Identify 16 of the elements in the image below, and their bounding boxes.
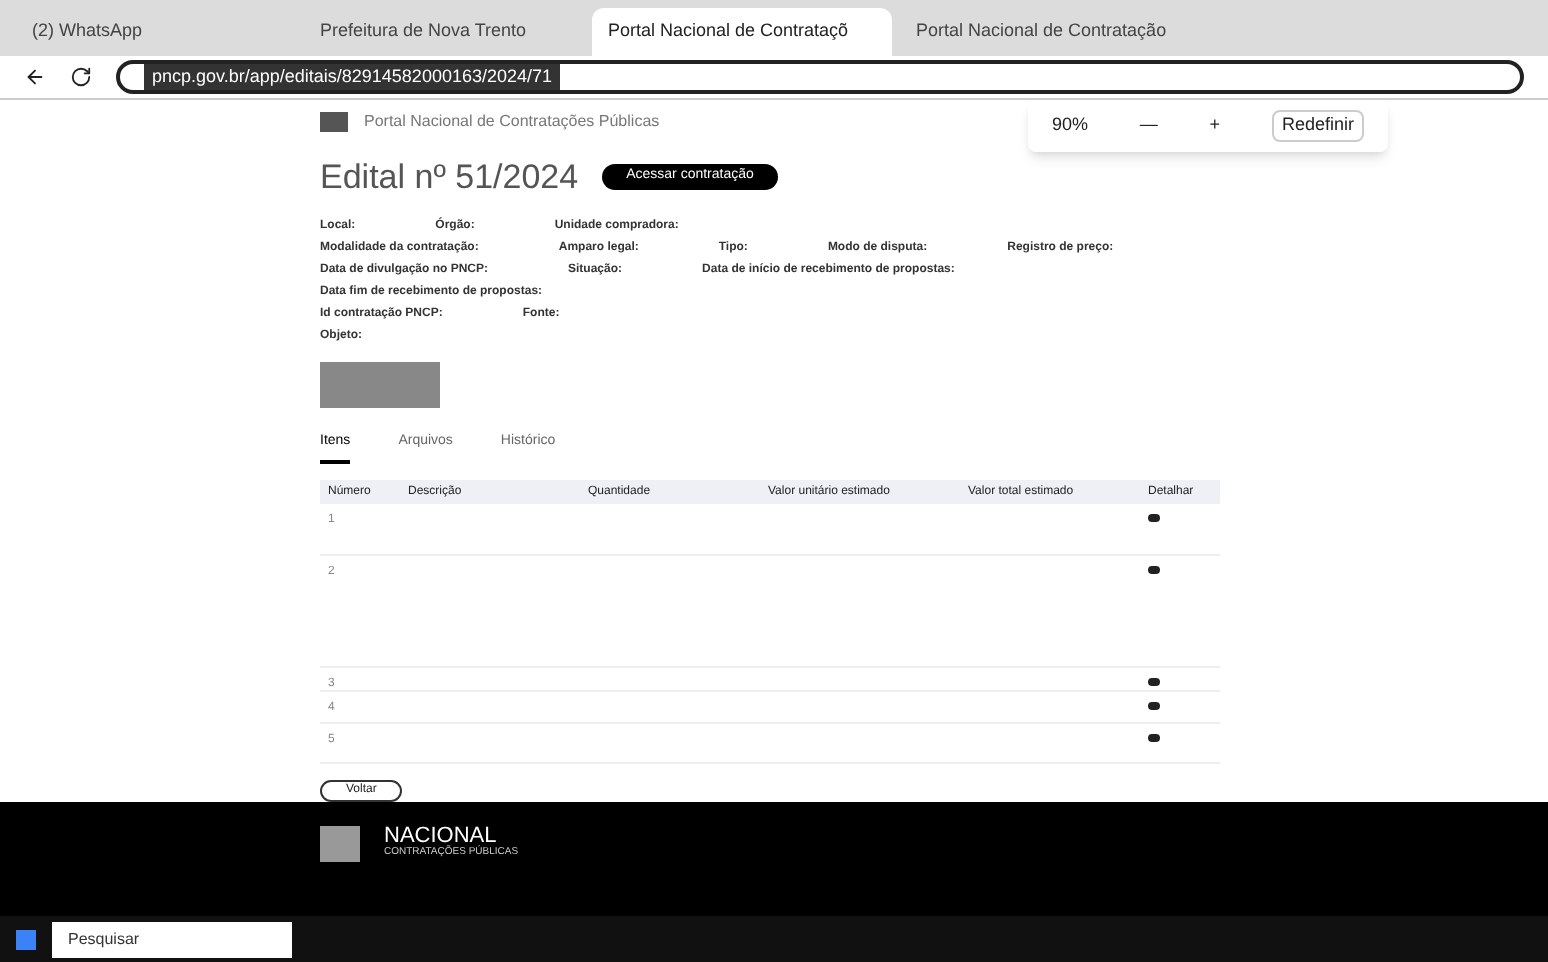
notice-block [320, 362, 440, 407]
logo-text: NACIONAL [384, 826, 497, 848]
browser-tab[interactable]: Prefeitura de Nova Trento [304, 8, 584, 56]
browser-tab[interactable]: (2) WhatsApp [16, 8, 296, 56]
browser-tab[interactable]: Portal Nacional de Contratação [900, 8, 1180, 56]
zoom-value: 90% [1052, 112, 1089, 139]
site-name: Portal Nacional de Contratações Públicas [364, 109, 660, 134]
zoom-in-button[interactable]: + [1209, 112, 1221, 140]
back-icon[interactable] [24, 66, 46, 88]
reload-icon[interactable] [70, 66, 92, 88]
browser-tab[interactable]: Portal Nacional de Contrataçõ [592, 8, 892, 56]
address-bar[interactable]: pncp.gov.br/app/editais/82914582000163/2024/71 [116, 60, 1524, 94]
zoom-out-button[interactable]: — [1139, 112, 1158, 140]
page-title: Edital nº 51/2024 [320, 155, 579, 200]
search-field[interactable]: Pesquisar [52, 921, 292, 957]
reset-button[interactable]: Redefinir [1271, 110, 1364, 142]
